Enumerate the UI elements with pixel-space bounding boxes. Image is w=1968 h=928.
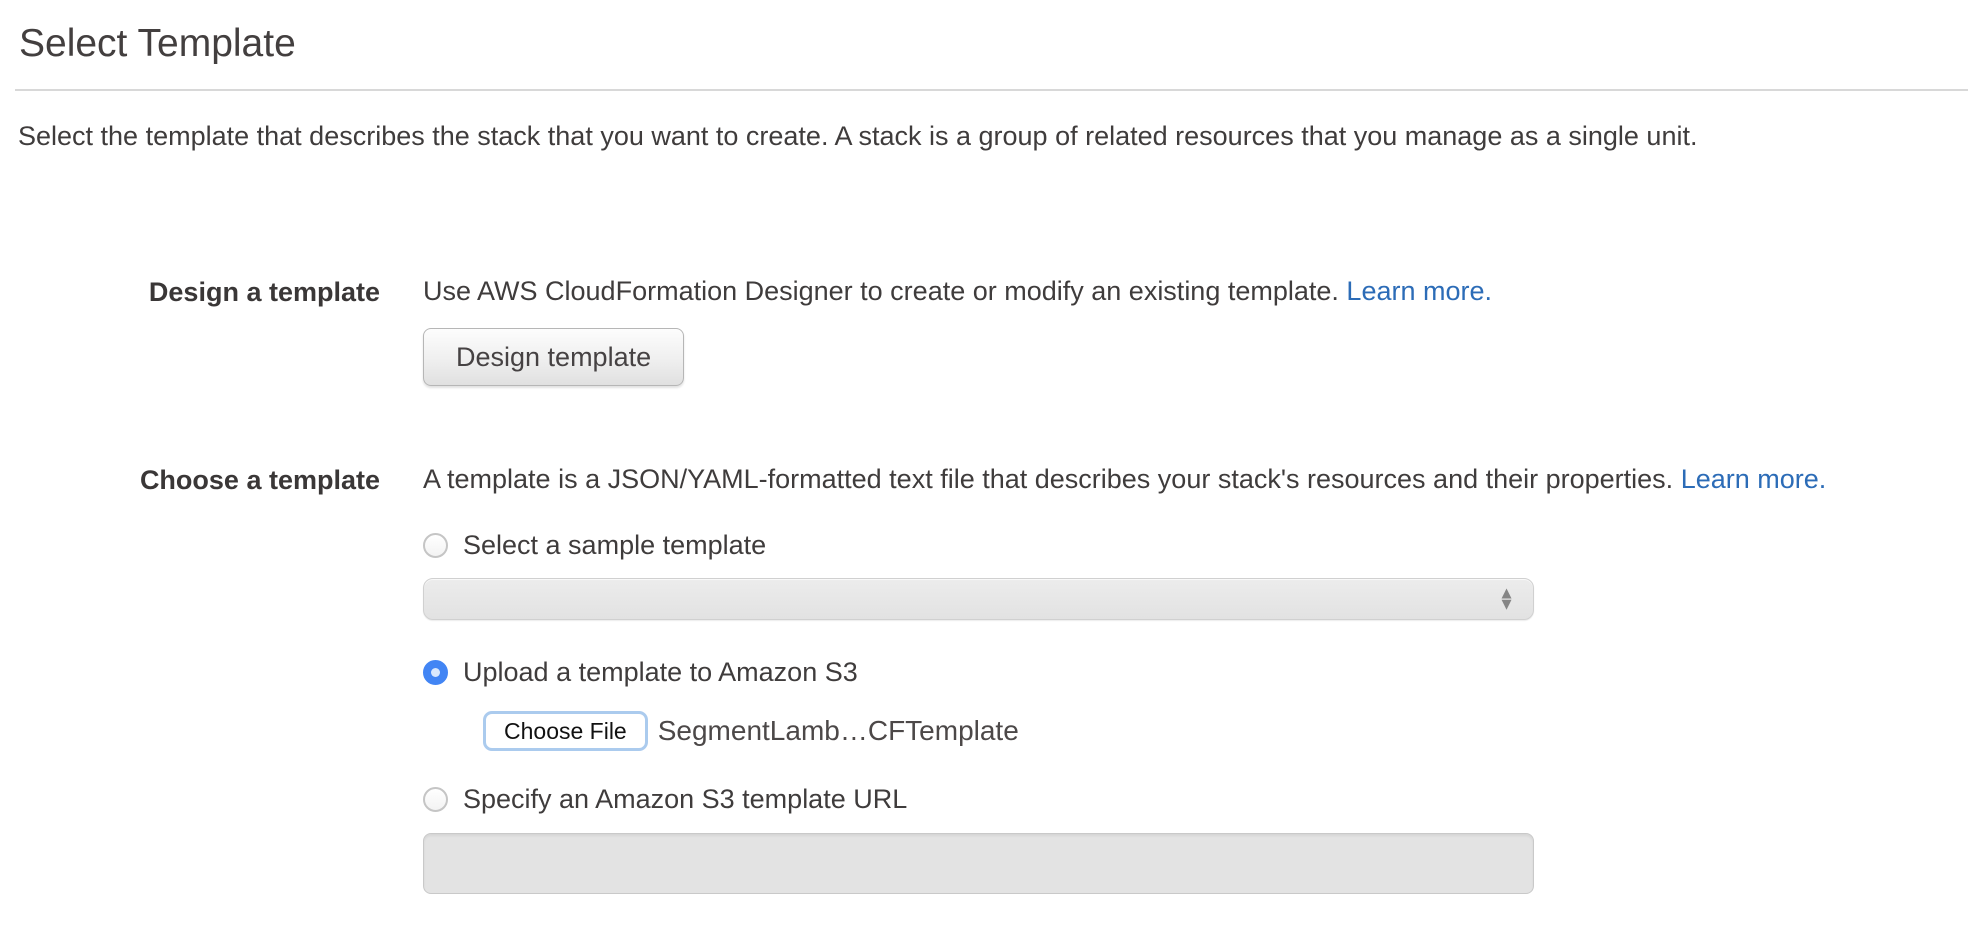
radio-button-s3-url[interactable] xyxy=(423,787,448,812)
design-template-label: Design a template xyxy=(0,276,380,308)
radio-button-upload-template[interactable] xyxy=(423,660,448,685)
design-template-button[interactable]: Design template xyxy=(423,328,684,386)
title-divider xyxy=(15,89,1968,91)
radio-label-upload-template: Upload a template to Amazon S3 xyxy=(463,657,858,688)
file-upload-row: Choose File SegmentLamb…CFTemplate xyxy=(483,711,1968,751)
design-template-row: Design a template Use AWS CloudFormation… xyxy=(0,276,1968,386)
radio-option-sample-template[interactable]: Select a sample template xyxy=(423,530,1968,561)
radio-label-s3-url: Specify an Amazon S3 template URL xyxy=(463,784,907,815)
radio-label-sample-template: Select a sample template xyxy=(463,530,766,561)
select-template-form: Design a template Use AWS CloudFormation… xyxy=(0,276,1968,894)
dropdown-stepper-icon: ▲▼ xyxy=(1498,588,1515,609)
choose-template-description-text: A template is a JSON/YAML-formatted text… xyxy=(423,464,1673,494)
design-template-description: Use AWS CloudFormation Designer to creat… xyxy=(423,276,1968,307)
choose-learn-more-link[interactable]: Learn more. xyxy=(1681,464,1827,494)
radio-option-s3-url[interactable]: Specify an Amazon S3 template URL xyxy=(423,784,1968,815)
design-learn-more-link[interactable]: Learn more. xyxy=(1346,276,1492,306)
page-description: Select the template that describes the s… xyxy=(18,121,1968,152)
radio-button-sample-template[interactable] xyxy=(423,533,448,558)
choose-template-description: A template is a JSON/YAML-formatted text… xyxy=(423,464,1968,495)
chevron-down-icon: ▼ xyxy=(1498,599,1515,610)
choose-file-button[interactable]: Choose File xyxy=(483,711,648,751)
page-title: Select Template xyxy=(0,0,1968,66)
select-template-page: Select Template Select the template that… xyxy=(0,0,1968,928)
s3-template-url-input[interactable] xyxy=(423,833,1534,894)
design-template-content: Use AWS CloudFormation Designer to creat… xyxy=(423,276,1968,386)
choose-template-label: Choose a template xyxy=(0,464,380,496)
choose-template-row: Choose a template A template is a JSON/Y… xyxy=(0,464,1968,894)
radio-option-upload-template[interactable]: Upload a template to Amazon S3 xyxy=(423,657,1968,688)
sample-template-dropdown[interactable]: ▲▼ xyxy=(423,578,1534,620)
choose-template-content: A template is a JSON/YAML-formatted text… xyxy=(423,464,1968,894)
selected-file-name: SegmentLamb…CFTemplate xyxy=(658,715,1019,747)
design-template-description-text: Use AWS CloudFormation Designer to creat… xyxy=(423,276,1339,306)
